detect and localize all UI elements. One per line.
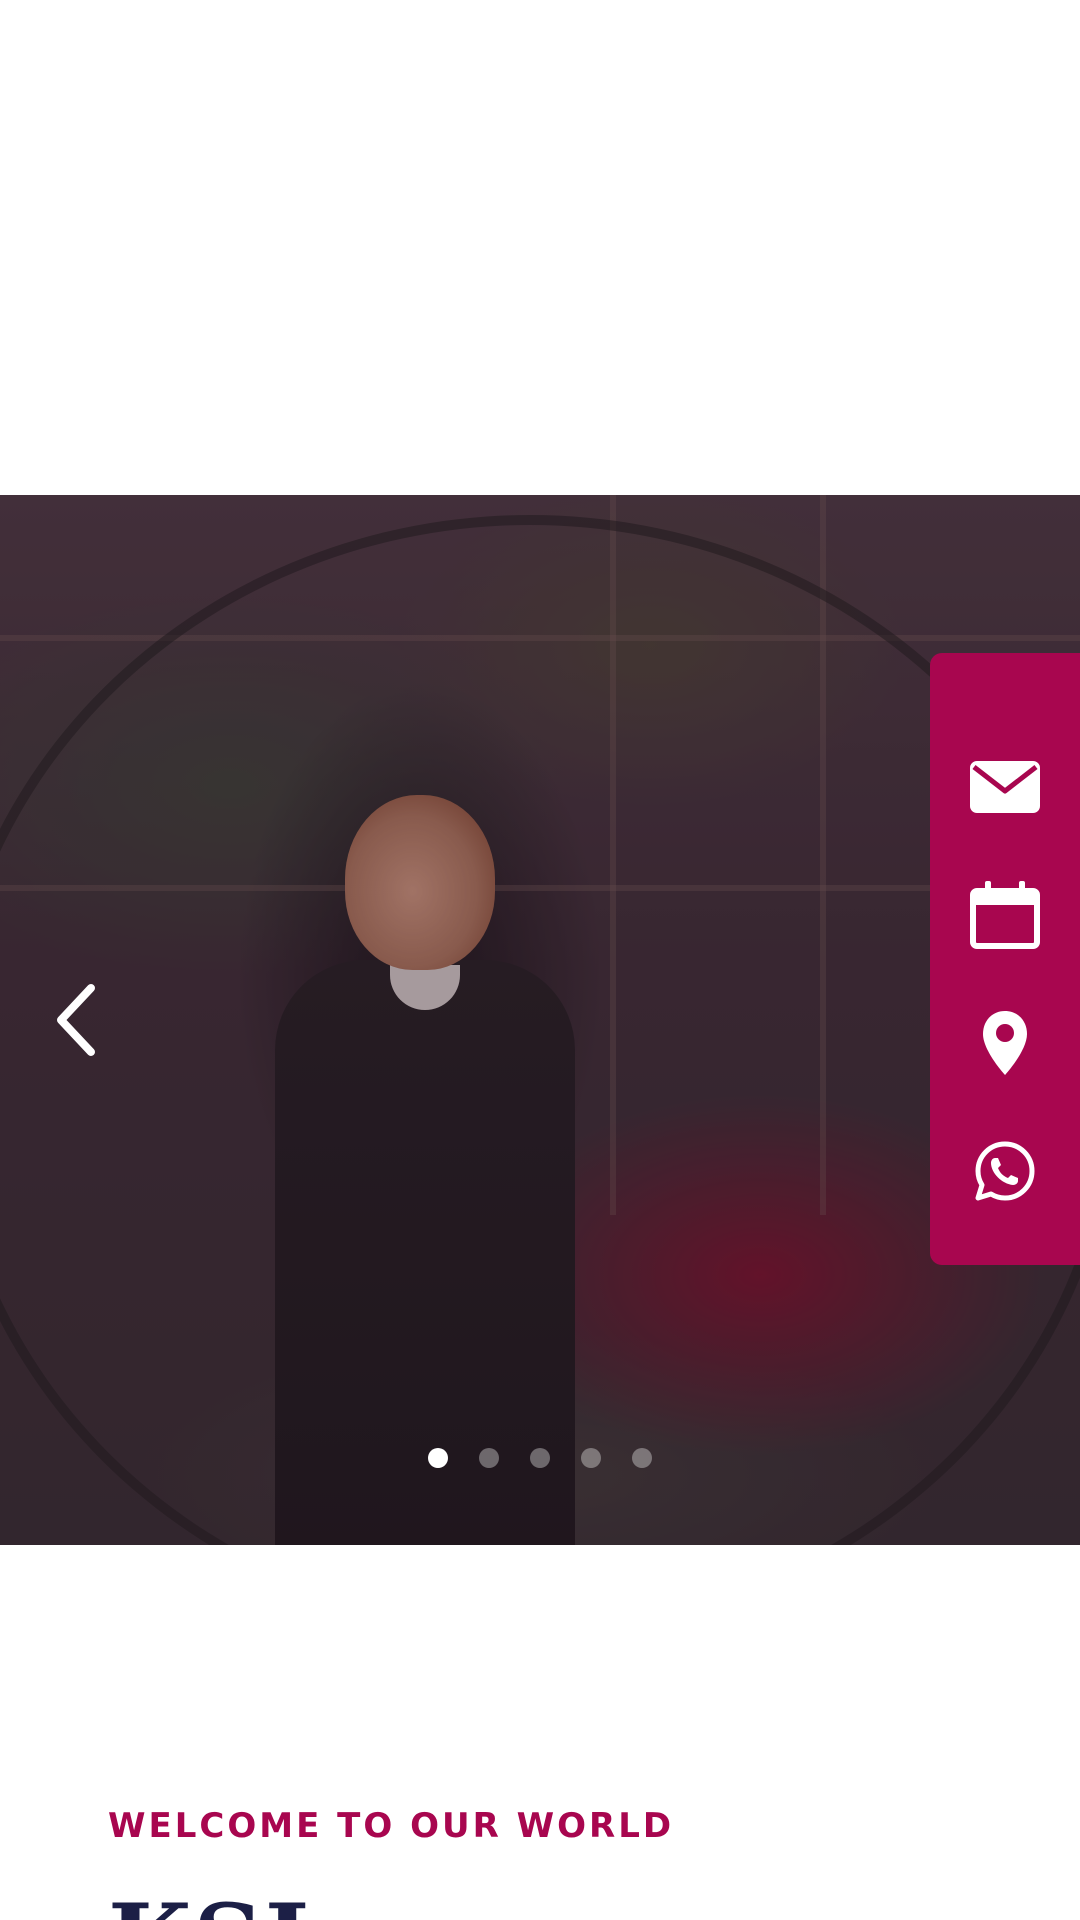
welcome-eyebrow: WELCOME TO OUR WORLD	[108, 1806, 675, 1846]
map-pin-icon	[983, 1011, 1027, 1075]
email-button[interactable]	[930, 723, 1080, 851]
slider-prev-button[interactable]	[40, 975, 110, 1065]
quick-contact-panel	[930, 653, 1080, 1265]
calendar-icon	[970, 881, 1040, 949]
welcome-heading: KSL	[108, 1890, 334, 1920]
location-button[interactable]	[930, 979, 1080, 1107]
whatsapp-icon	[975, 1141, 1035, 1201]
calendar-button[interactable]	[930, 851, 1080, 979]
slider-dot-2[interactable]	[479, 1448, 499, 1468]
whatsapp-button[interactable]	[930, 1107, 1080, 1235]
slider-dot-3[interactable]	[530, 1448, 550, 1468]
hero-overlay	[0, 495, 1080, 1545]
slider-dot-4[interactable]	[581, 1448, 601, 1468]
welcome-heading-clip: KSL	[0, 1890, 1080, 1920]
slider-dot-1[interactable]	[428, 1448, 448, 1468]
hero-slider	[0, 495, 1080, 1545]
envelope-icon	[970, 761, 1040, 813]
slider-dot-5[interactable]	[632, 1448, 652, 1468]
chevron-left-icon	[57, 984, 95, 1056]
slider-pagination	[0, 1448, 1080, 1468]
